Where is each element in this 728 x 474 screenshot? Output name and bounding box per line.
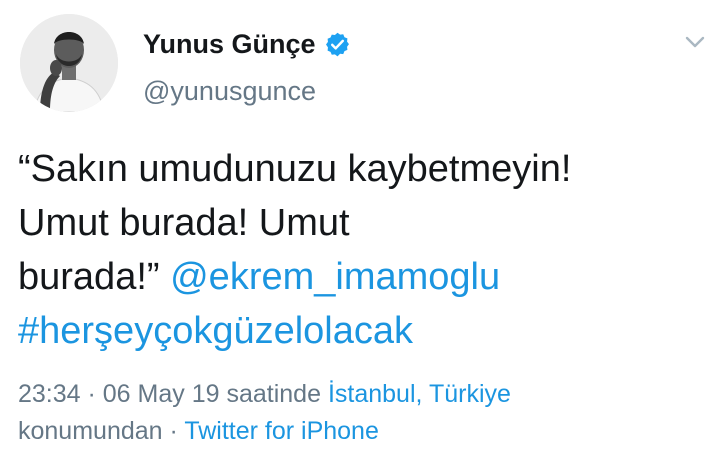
mention-link[interactable]: @ekrem_imamoglu bbox=[170, 256, 500, 298]
verified-badge-icon bbox=[324, 31, 351, 58]
tweet-text: “Sakın umudunuzu kaybetmeyin! Umut burad… bbox=[18, 142, 708, 358]
tweet-metadata: 23:34 · 06 May 19 saatinde İstanbul, Tür… bbox=[18, 376, 708, 450]
tweet-time[interactable]: 23:34 bbox=[18, 380, 81, 408]
tweet-text-line-2: Umut burada! Umut bbox=[18, 202, 350, 244]
client-link[interactable]: Twitter for iPhone bbox=[184, 417, 379, 445]
avatar-photo bbox=[20, 14, 118, 112]
hashtag-link[interactable]: #herşeyçokgüzelolacak bbox=[18, 304, 708, 358]
tweet-meta-line-2: konumundan · Twitter for iPhone bbox=[18, 413, 708, 450]
tweet-date: · 06 May 19 saatinde bbox=[80, 380, 328, 408]
avatar[interactable] bbox=[20, 14, 118, 112]
chevron-down-icon[interactable] bbox=[684, 34, 706, 50]
tweet-card: Yunus Günçe @yunusgunce “Sakın umudunuzu… bbox=[0, 0, 728, 474]
author-name-row[interactable]: Yunus Günçe bbox=[143, 27, 351, 61]
tweet-meta-line-1: 23:34 · 06 May 19 saatinde İstanbul, Tür… bbox=[18, 376, 708, 413]
author-handle[interactable]: @yunusgunce bbox=[143, 76, 316, 107]
location-link[interactable]: İstanbul, Türkiye bbox=[328, 380, 511, 408]
author-display-name[interactable]: Yunus Günçe bbox=[143, 29, 316, 60]
location-suffix: konumundan · bbox=[18, 417, 185, 445]
tweet-text-fragment: burada!” bbox=[18, 256, 160, 298]
tweet-text-line-1: “Sakın umudunuzu kaybetmeyin! bbox=[18, 148, 572, 190]
tweet-text-line-3: burada!” @ekrem_imamoglu bbox=[18, 250, 708, 304]
